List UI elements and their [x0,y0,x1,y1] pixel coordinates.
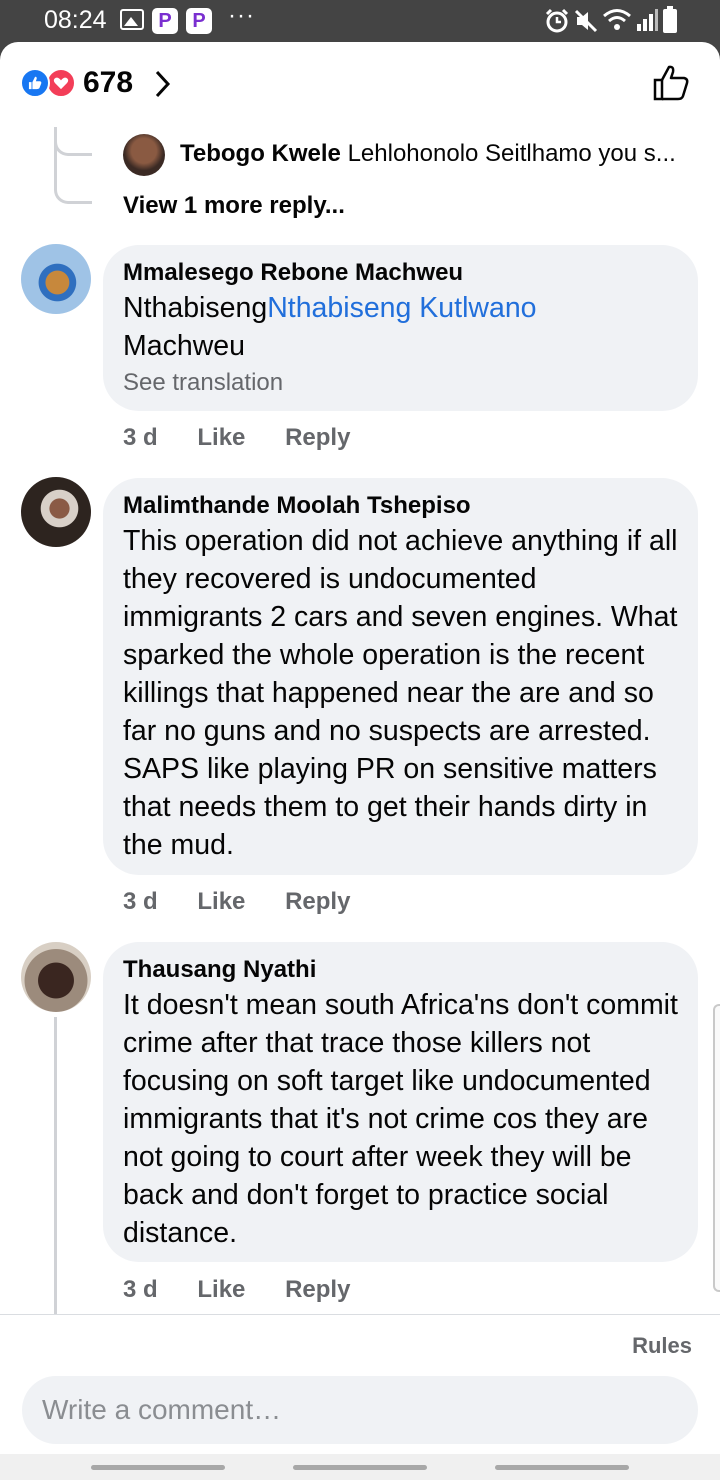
like-button[interactable]: Like [197,424,245,452]
p-app-icon: P [152,8,178,34]
comment-text: This operation did not achieve anything … [123,525,678,861]
status-time: 08:24 [44,6,107,34]
comment-input[interactable] [22,1376,698,1444]
mention-link[interactable]: Nthabiseng Kutlwano [267,292,536,324]
thread-connector [54,152,92,204]
chevron-right-icon[interactable] [152,68,172,100]
comment-actions: 3 d Like Reply [123,1276,383,1304]
reply-author: Tebogo Kwele [180,140,341,167]
avatar[interactable] [21,244,91,314]
more-dots-icon: ··· [228,2,255,29]
p-app-icon: P [186,8,212,34]
reaction-count: 678 [83,66,134,99]
avatar[interactable] [21,477,91,547]
signal-icon [637,9,658,31]
reply-button[interactable]: Reply [285,424,350,452]
love-reaction-icon [46,68,76,98]
gesture-bar [0,1454,720,1480]
image-icon [120,9,144,30]
comment-time: 3 d [123,888,158,915]
avatar[interactable] [21,942,91,1012]
comment-time: 3 d [123,1276,158,1303]
gesture-handle[interactable] [91,1465,225,1470]
comment-bubble[interactable]: Malimthande Moolah Tshepiso This operati… [103,478,698,875]
thumbs-up-icon[interactable] [652,64,690,102]
comment-author[interactable]: Malimthande Moolah Tshepiso [123,490,678,522]
comment-actions: 3 d Like Reply [123,888,383,916]
comment-text: NthabisengNthabiseng Kutlwano Machweu [123,292,537,362]
like-reaction-icon [20,68,50,98]
comment-author[interactable]: Thausang Nyathi [123,954,678,986]
alarm-icon [545,8,569,33]
reactions-bar[interactable]: 678 [0,42,720,127]
thread-line [54,1017,57,1317]
comment-bubble[interactable]: Mmalesego Rebone Machweu NthabisengNthab… [103,245,698,411]
avatar[interactable] [123,134,165,176]
view-more-replies-link[interactable]: View 1 more reply... [123,192,345,220]
gesture-handle[interactable] [495,1465,629,1470]
rules-link[interactable]: Rules [632,1333,692,1359]
reply-preview[interactable]: Tebogo Kwele Lehlohonolo Seitlhamo you s… [180,140,676,168]
wifi-icon [603,9,631,30]
comment-actions: 3 d Like Reply [123,424,383,452]
mute-icon [574,9,598,33]
reply-button[interactable]: Reply [285,1276,350,1304]
status-bar: 08:24 P P ··· [0,0,720,42]
comments-sheet: 678 Tebogo Kwele Lehlohonolo Seitlhamo y… [0,42,720,1480]
reply-text: Lehlohonolo Seitlhamo you s... [347,140,676,167]
see-translation-link[interactable]: See translation [123,365,678,401]
comment-time: 3 d [123,424,158,451]
comment-bubble[interactable]: Thausang Nyathi It doesn't mean south Af… [103,942,698,1262]
comment-author[interactable]: Mmalesego Rebone Machweu [123,257,678,289]
like-button[interactable]: Like [197,1276,245,1304]
reply-button[interactable]: Reply [285,888,350,916]
gesture-handle[interactable] [293,1465,427,1470]
scrollbar[interactable] [713,1004,720,1292]
battery-icon [663,6,677,33]
comment-text: It doesn't mean south Africa'ns don't co… [123,989,678,1249]
like-button[interactable]: Like [197,888,245,916]
